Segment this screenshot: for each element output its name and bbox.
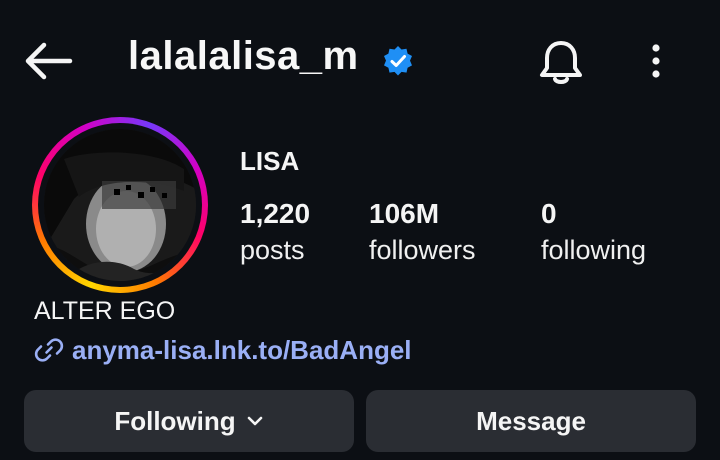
following-button-label: Following: [114, 405, 236, 436]
back-button[interactable]: [22, 40, 74, 82]
followers-count: 106M: [369, 198, 440, 229]
following-button[interactable]: Following: [24, 390, 354, 452]
posts-count: 1,220: [240, 198, 311, 229]
more-options-button[interactable]: [644, 42, 668, 82]
profile-header: lalalalisa_m: [0, 0, 720, 120]
back-arrow-icon: [25, 42, 73, 80]
profile-bio: ALTER EGO: [34, 297, 176, 325]
verified-badge-icon: [384, 46, 412, 76]
message-button[interactable]: Message: [366, 390, 696, 452]
posts-label: posts: [240, 235, 305, 265]
followers-label: followers: [369, 235, 476, 265]
avatar-photo: [44, 129, 196, 281]
bell-icon: [540, 41, 582, 84]
more-vertical-icon: [652, 44, 660, 78]
profile-display-name: LISA: [240, 146, 300, 176]
profile-avatar-story-ring[interactable]: [32, 117, 208, 293]
posts-stat[interactable]: 1,220 posts: [240, 198, 310, 270]
profile-link-text: anyma-lisa.lnk.to/BadAngel: [72, 334, 412, 365]
chevron-down-icon: [247, 416, 262, 426]
following-label: following: [541, 235, 647, 265]
profile-username: lalalalisa_m: [128, 34, 359, 78]
avatar: [44, 129, 196, 281]
profile-link[interactable]: anyma-lisa.lnk.to/BadAngel: [34, 333, 412, 367]
notifications-button[interactable]: [538, 38, 584, 86]
following-count: 0: [541, 198, 557, 229]
link-icon: [34, 338, 64, 362]
followers-stat[interactable]: 106M followers: [369, 198, 476, 270]
message-button-label: Message: [476, 405, 586, 436]
following-stat[interactable]: 0 following: [541, 198, 646, 270]
